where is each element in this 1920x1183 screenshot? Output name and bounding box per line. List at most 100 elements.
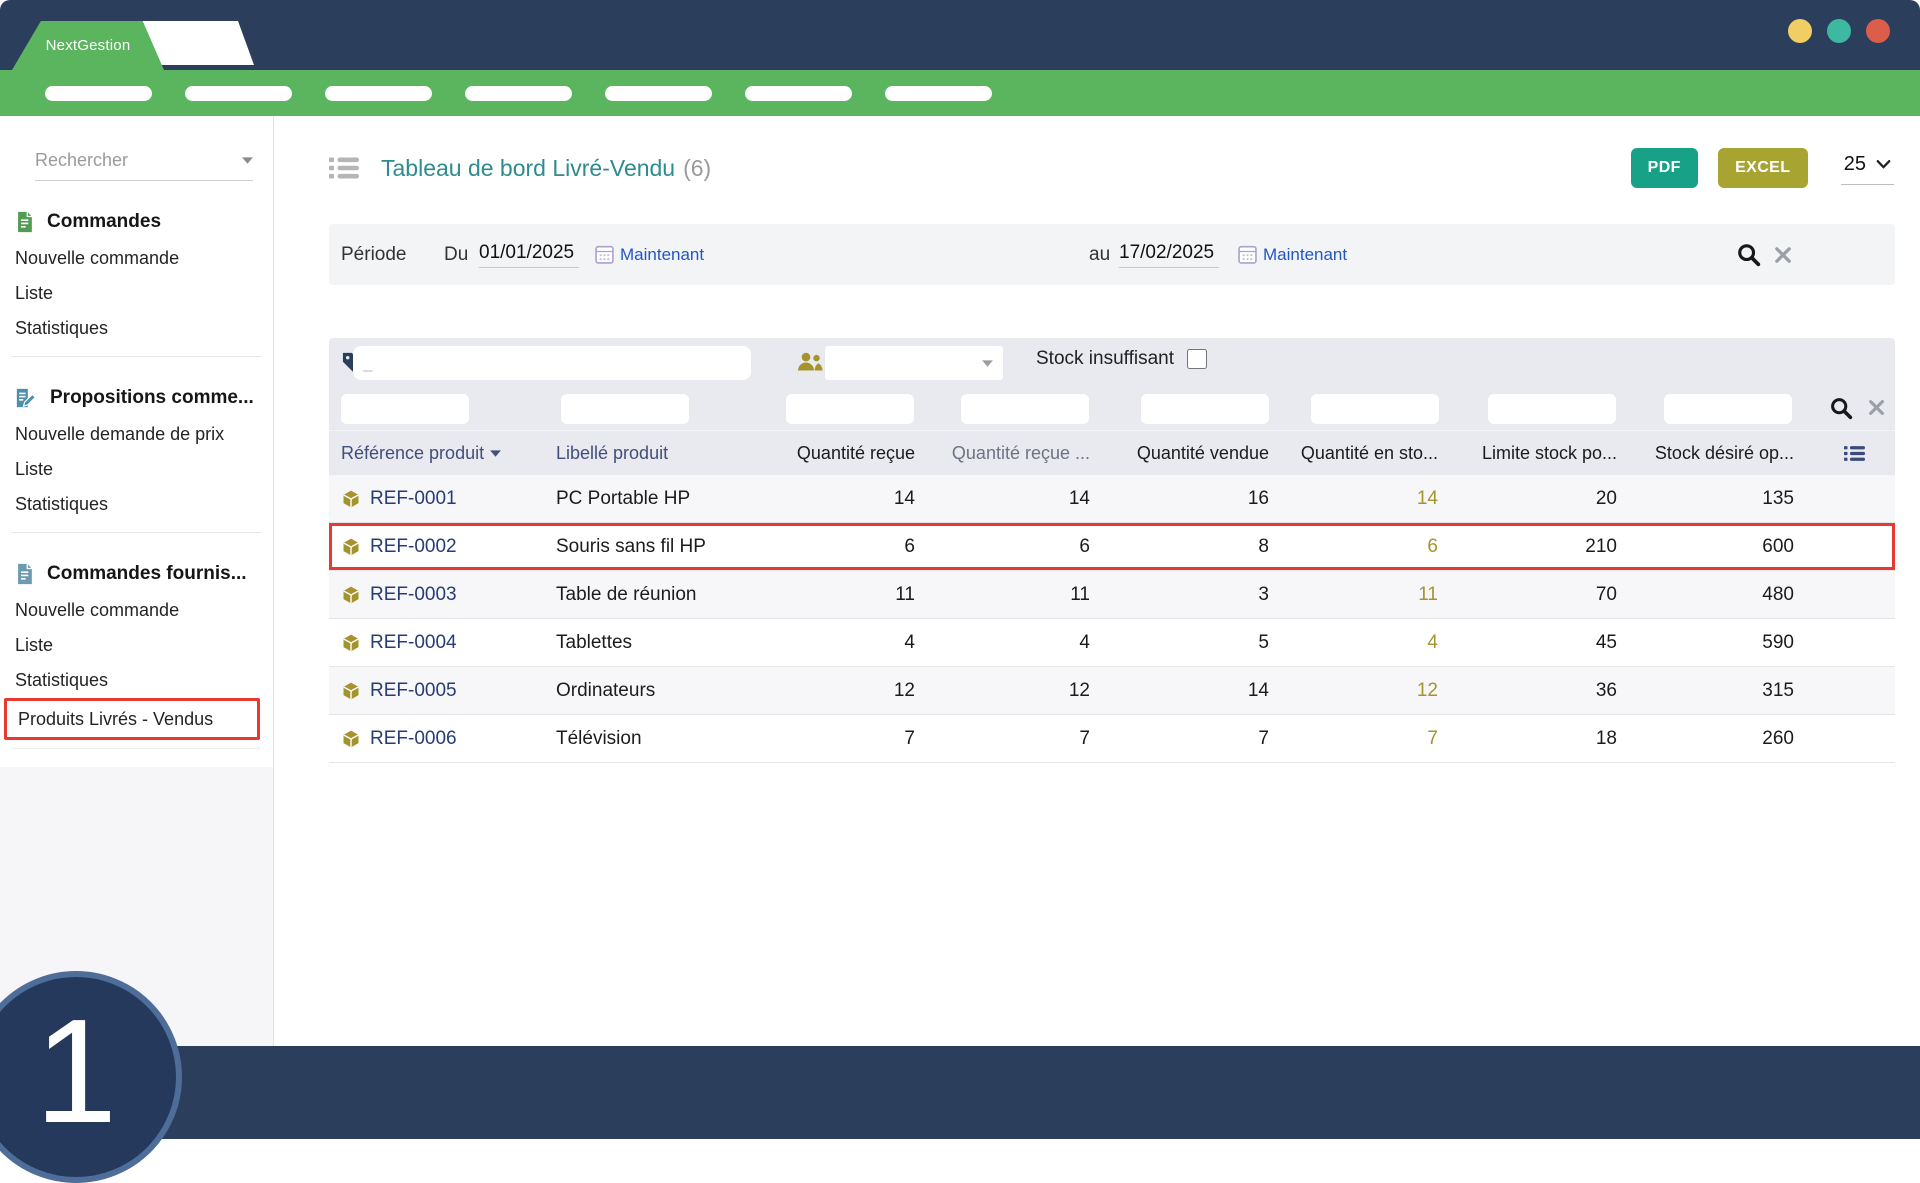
package-icon [341, 489, 361, 509]
filter-qty-stock-input[interactable] [1311, 394, 1439, 424]
search-icon[interactable] [1736, 224, 1761, 285]
orders-document-icon [15, 211, 34, 233]
sidebar-search[interactable] [35, 150, 253, 181]
sidebar-item-liste[interactable]: Liste [0, 452, 273, 487]
stock-insufficient-label: Stock insuffisant [1036, 348, 1175, 369]
chevron-down-icon [242, 157, 253, 164]
product-reference-link[interactable]: REF-0004 [341, 632, 556, 654]
nav-menu-pill[interactable] [45, 85, 152, 101]
sidebar-section-commandes-fournisseurs[interactable]: Commandes fournis... [0, 555, 273, 593]
column-header-reference[interactable]: Référence produit [341, 443, 556, 464]
sidebar-item-nouvelle-demande-de-prix[interactable]: Nouvelle demande de prix [0, 417, 273, 452]
sidebar-item-nouvelle-commande[interactable]: Nouvelle commande [0, 593, 273, 628]
filter-reference-input[interactable] [341, 394, 469, 424]
product-reference-link[interactable]: REF-0001 [341, 488, 556, 510]
stock-insufficient-checkbox[interactable] [1187, 349, 1207, 369]
table-row-highlighted[interactable]: REF-0002 Souris sans fil HP 6 6 8 6 210 … [329, 523, 1895, 571]
table-row[interactable]: REF-0006 Télévision 7 7 7 7 18 260 [329, 715, 1895, 763]
column-options-icon[interactable] [1798, 445, 1883, 462]
column-header-stock-desired[interactable]: Stock désiré op... [1621, 443, 1798, 464]
table-row[interactable]: REF-0005 Ordinateurs 12 12 14 12 36 315 [329, 667, 1895, 715]
sidebar-content: Commandes Nouvelle commande Liste Statis… [0, 116, 273, 767]
page-size-value: 25 [1843, 153, 1866, 175]
sidebar-item-liste[interactable]: Liste [0, 276, 273, 311]
filter-stock-limit-input[interactable] [1488, 394, 1616, 424]
filter-stock-desired-input[interactable] [1664, 394, 1792, 424]
sidebar-item-produits-livres-vendus[interactable]: Produits Livrés - Vendus [4, 698, 260, 740]
search-icon[interactable] [1829, 396, 1853, 420]
nav-menu-pill[interactable] [885, 85, 992, 101]
nav-menu-pill[interactable] [185, 85, 292, 101]
table-row[interactable]: REF-0001 PC Portable HP 14 14 16 14 20 1… [329, 475, 1895, 523]
column-header-libelle[interactable]: Libellé produit [556, 443, 786, 464]
sidebar-search-input[interactable] [35, 150, 220, 171]
product-reference-link[interactable]: REF-0002 [341, 536, 556, 558]
column-header-qty-received[interactable]: Quantité reçue [786, 443, 919, 464]
column-header-qty-received2[interactable]: Quantité reçue ... [919, 443, 1094, 464]
stock-desired: 135 [1762, 487, 1794, 509]
qty-sold: 3 [1258, 583, 1269, 605]
pdf-export-button[interactable]: PDF [1630, 148, 1698, 188]
sidebar-item-statistiques[interactable]: Statistiques [0, 311, 273, 346]
package-icon [341, 729, 361, 749]
clear-filter-icon[interactable] [1773, 224, 1793, 285]
period-label: Période [341, 243, 407, 265]
product-reference-link[interactable]: REF-0003 [341, 584, 556, 606]
product-label: PC Portable HP [556, 487, 691, 509]
window-dot-yellow[interactable] [1788, 19, 1812, 43]
now-link-to[interactable]: Maintenant [1263, 245, 1347, 265]
product-tag-filter-input[interactable] [353, 346, 751, 380]
qty-received: 7 [904, 727, 915, 749]
clear-filter-icon[interactable] [1867, 398, 1886, 417]
sidebar-section-commandes[interactable]: Commandes [0, 203, 273, 241]
nav-menu-pill[interactable] [605, 85, 712, 101]
period-to-label: au [1089, 243, 1111, 265]
qty-stock: 12 [1416, 679, 1438, 701]
filter-qty-sold-input[interactable] [1141, 394, 1269, 424]
qty-stock: 14 [1416, 487, 1438, 509]
window-dot-teal[interactable] [1827, 19, 1851, 43]
sidebar-section-propositions[interactable]: Propositions comme... [0, 379, 273, 417]
brand-name: NextGestion [45, 37, 131, 54]
table-row[interactable]: REF-0004 Tablettes 4 4 5 4 45 590 [329, 619, 1895, 667]
sidebar-item-statistiques[interactable]: Statistiques [0, 487, 273, 522]
filter-libelle-input[interactable] [561, 394, 689, 424]
qty-received2: 11 [1070, 583, 1090, 605]
window-dot-red[interactable] [1866, 19, 1890, 43]
now-link-from[interactable]: Maintenant [620, 245, 704, 265]
calendar-icon[interactable] [1238, 224, 1257, 285]
column-header-stock-limit[interactable]: Limite stock po... [1442, 443, 1621, 464]
nav-menu-pill[interactable] [465, 85, 572, 101]
excel-export-button[interactable]: EXCEL [1717, 148, 1808, 188]
column-header-qty-sold[interactable]: Quantité vendue [1094, 443, 1273, 464]
qty-received2: 6 [1079, 535, 1090, 557]
sidebar-item-liste[interactable]: Liste [0, 628, 273, 663]
page-size-select[interactable]: 25 [1840, 151, 1894, 185]
qty-received: 12 [893, 679, 915, 701]
qty-stock: 7 [1427, 727, 1438, 749]
supplier-document-icon [15, 563, 34, 585]
nav-menu-pill[interactable] [325, 85, 432, 101]
nav-menu-pill[interactable] [745, 85, 852, 101]
column-header-qty-stock[interactable]: Quantité en sto... [1273, 443, 1442, 464]
qty-sold: 7 [1258, 727, 1269, 749]
table-row[interactable]: REF-0003 Table de réunion 11 11 3 11 70 … [329, 571, 1895, 619]
filter-qty-received2-input[interactable] [961, 394, 1089, 424]
sidebar: Commandes Nouvelle commande Liste Statis… [0, 116, 274, 1046]
sort-desc-icon [490, 450, 501, 457]
period-from-input[interactable] [479, 241, 579, 268]
stock-limit: 36 [1595, 679, 1617, 701]
supplier-select[interactable] [825, 346, 1003, 380]
top-title-bar: NextGestion [0, 0, 1920, 70]
page-header: Tableau de bord Livré-Vendu (6) PDF EXCE… [329, 146, 1894, 190]
sidebar-item-nouvelle-commande[interactable]: Nouvelle commande [0, 241, 273, 276]
calendar-icon[interactable] [595, 224, 614, 285]
product-reference-link[interactable]: REF-0006 [341, 728, 556, 750]
stock-limit: 45 [1595, 631, 1617, 653]
product-label: Tablettes [556, 631, 633, 653]
filter-qty-received-input[interactable] [786, 394, 914, 424]
sidebar-item-statistiques[interactable]: Statistiques [0, 663, 273, 698]
product-reference-link[interactable]: REF-0005 [341, 680, 556, 702]
product-label: Ordinateurs [556, 679, 656, 701]
period-to-input[interactable] [1119, 241, 1219, 268]
